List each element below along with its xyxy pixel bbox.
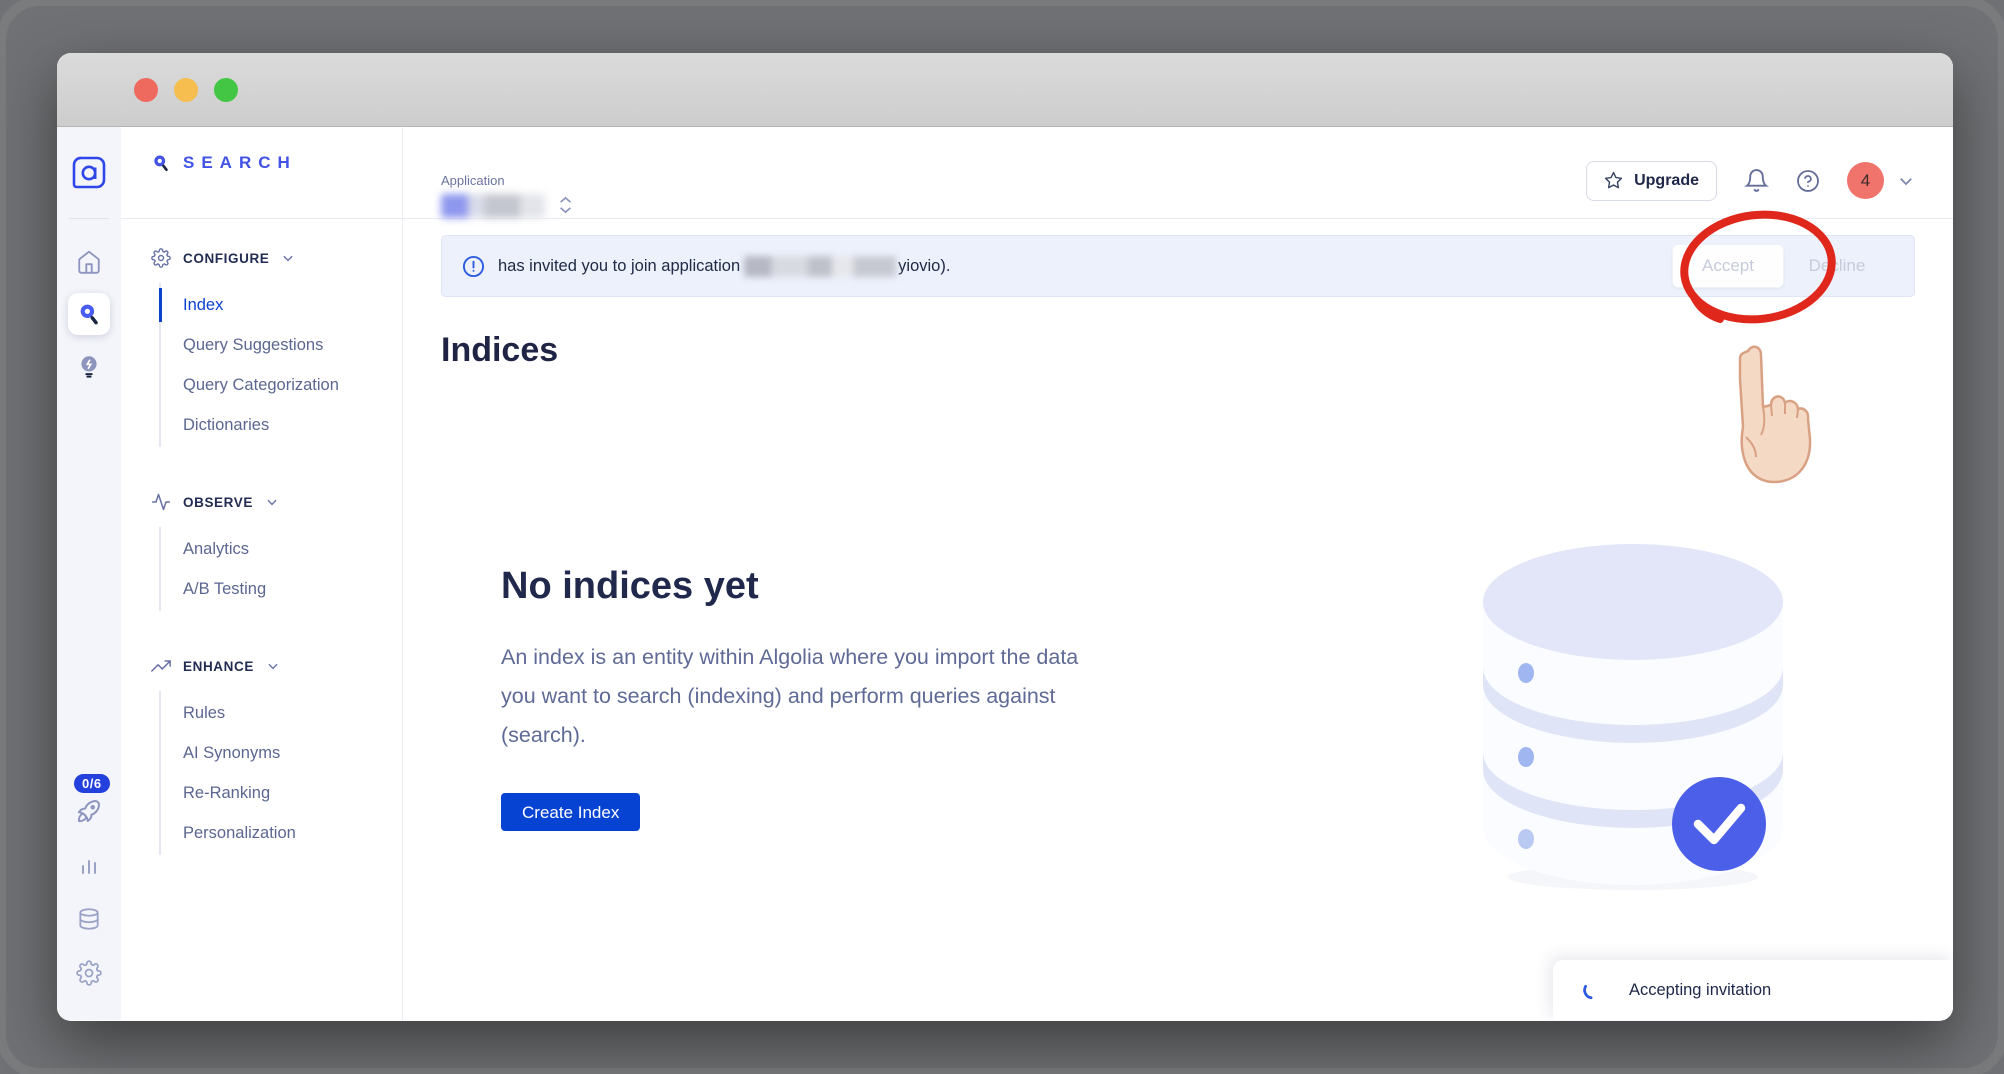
page-title: Indices xyxy=(441,331,1915,370)
zoom-window-button[interactable] xyxy=(214,78,238,102)
notifications-bell-icon[interactable] xyxy=(1744,168,1769,193)
chevron-down-icon xyxy=(559,206,572,214)
empty-state: No indices yet An index is an entity wit… xyxy=(501,565,1081,831)
observe-pulse-icon xyxy=(151,492,171,512)
chevron-down-icon xyxy=(265,495,279,509)
chevron-up-icon xyxy=(559,196,572,204)
enhance-trend-icon xyxy=(151,656,171,676)
algolia-logo[interactable] xyxy=(70,154,108,192)
invited-application-redacted xyxy=(744,256,896,277)
close-window-button[interactable] xyxy=(134,78,158,102)
icon-rail: 0/6 xyxy=(57,127,121,1020)
upgrade-button[interactable]: Upgrade xyxy=(1586,161,1717,201)
recommend-icon[interactable] xyxy=(68,345,110,387)
invitation-banner: has invited you to join application yiov… xyxy=(441,235,1915,297)
nav-section-label: CONFIGURE xyxy=(183,251,269,266)
help-icon[interactable] xyxy=(1796,169,1820,193)
sidebar-item-personalization[interactable]: Personalization xyxy=(161,813,402,853)
data-sources-icon[interactable] xyxy=(68,898,110,940)
window-titlebar xyxy=(57,53,1953,127)
sidebar-item-index[interactable]: Index xyxy=(161,285,402,325)
product-name: SEARCH xyxy=(183,153,297,173)
chevron-down-icon xyxy=(266,659,280,673)
main-header: Application Upgrade xyxy=(403,127,1953,219)
minimize-window-button[interactable] xyxy=(174,78,198,102)
analytics-bars-icon[interactable] xyxy=(68,844,110,886)
nav-section-observe: OBSERVE Analytics A/B Testing xyxy=(121,491,402,611)
search-section-icon[interactable] xyxy=(68,293,110,335)
chevron-down-icon xyxy=(281,251,295,265)
sidebar-item-dictionaries[interactable]: Dictionaries xyxy=(161,405,402,445)
nav-section-label: OBSERVE xyxy=(183,495,253,510)
toast-notification: Accepting invitation xyxy=(1553,960,1953,1020)
spinner-icon xyxy=(1581,979,1603,1001)
search-logo-magnifier-icon xyxy=(151,153,171,173)
invitation-message: has invited you to join application yiov… xyxy=(498,256,950,277)
nav-section-header-enhance[interactable]: ENHANCE xyxy=(121,655,402,677)
sidebar-item-query-suggestions[interactable]: Query Suggestions xyxy=(161,325,402,365)
nav-section-header-configure[interactable]: CONFIGURE xyxy=(121,247,402,269)
sidebar-item-ab-testing[interactable]: A/B Testing xyxy=(161,569,402,609)
account-menu[interactable]: 4 xyxy=(1847,162,1915,199)
empty-state-title: No indices yet xyxy=(501,565,1081,608)
product-brand: SEARCH xyxy=(121,127,402,219)
rail-divider xyxy=(69,218,109,219)
application-selector[interactable]: Application xyxy=(441,143,572,218)
rocket-icon xyxy=(74,796,104,826)
checklist-badge: 0/6 xyxy=(74,774,110,793)
onboarding-checklist[interactable]: 0/6 xyxy=(68,790,110,832)
avatar: 4 xyxy=(1847,162,1884,199)
app-window: 0/6 xyxy=(57,53,1953,1021)
check-circle xyxy=(1672,777,1766,871)
upgrade-label: Upgrade xyxy=(1634,172,1699,190)
sidebar-item-rules[interactable]: Rules xyxy=(161,693,402,733)
info-icon xyxy=(462,255,485,278)
chevron-down-icon xyxy=(1897,172,1915,190)
sidebar: SEARCH CONFIGURE Index Query xyxy=(121,127,403,1020)
nav-section-enhance: ENHANCE Rules AI Synonyms Re-Ranking Per… xyxy=(121,655,402,855)
nav-section-header-observe[interactable]: OBSERVE xyxy=(121,491,402,513)
application-label: Application xyxy=(441,173,545,188)
empty-state-description: An index is an entity within Algolia whe… xyxy=(501,638,1081,755)
sidebar-item-query-categorization[interactable]: Query Categorization xyxy=(161,365,402,405)
accept-button[interactable]: Accept xyxy=(1672,244,1784,288)
database-illustration xyxy=(1478,527,1788,899)
nav-section-configure: CONFIGURE Index Query Suggestions Query … xyxy=(121,247,402,447)
sidebar-item-analytics[interactable]: Analytics xyxy=(161,529,402,569)
application-select-stepper[interactable] xyxy=(559,196,572,214)
application-name-redacted xyxy=(441,194,545,218)
star-icon xyxy=(1604,171,1623,190)
configure-gear-icon xyxy=(151,248,171,268)
sidebar-item-ai-synonyms[interactable]: AI Synonyms xyxy=(161,733,402,773)
sidebar-item-re-ranking[interactable]: Re-Ranking xyxy=(161,773,402,813)
decline-button[interactable]: Decline xyxy=(1784,244,1890,288)
toast-label: Accepting invitation xyxy=(1629,981,1771,1000)
create-index-button[interactable]: Create Index xyxy=(501,793,640,831)
settings-gear-icon[interactable] xyxy=(68,952,110,994)
main-content: Application Upgrade xyxy=(403,127,1953,1020)
home-icon[interactable] xyxy=(68,241,110,283)
nav-section-label: ENHANCE xyxy=(183,659,254,674)
